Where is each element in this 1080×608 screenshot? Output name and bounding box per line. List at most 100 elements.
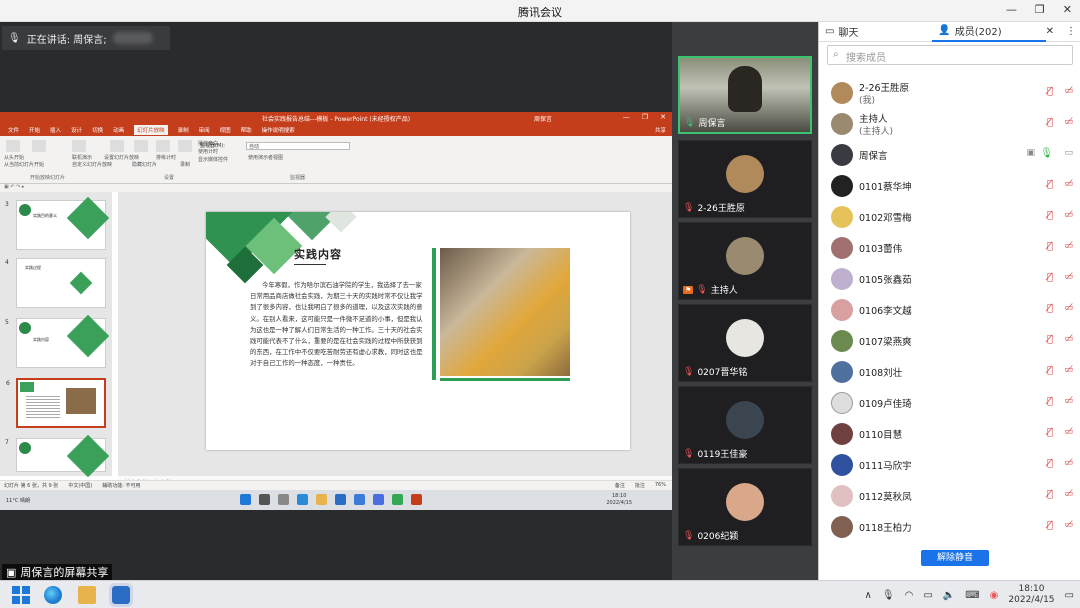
list-item[interactable]: 0107梁燕爽 🎙̸ ▭̸ bbox=[819, 324, 1080, 355]
setup-show-icon[interactable] bbox=[110, 140, 124, 152]
list-item[interactable]: 0109卢佳琦 🎙̸ ▭̸ bbox=[819, 386, 1080, 417]
btn-from-current[interactable]: 从当前幻灯片开始 bbox=[4, 161, 44, 168]
camera-off-icon[interactable]: ▭̸ bbox=[1064, 427, 1073, 437]
camera-off-icon[interactable]: ▭̸ bbox=[1064, 272, 1073, 282]
list-item[interactable]: 0106李文越 🎙̸ ▭̸ bbox=[819, 293, 1080, 324]
notes-toggle[interactable]: 备注 bbox=[615, 482, 625, 489]
camera-off-icon[interactable]: ▭̸ bbox=[1064, 179, 1073, 189]
mic-muted-icon[interactable]: 🎙̸ bbox=[1047, 210, 1053, 221]
minimize-button[interactable]: — bbox=[1006, 3, 1017, 16]
edge-icon[interactable] bbox=[44, 586, 62, 604]
zoom-level[interactable]: 76% bbox=[655, 482, 666, 489]
list-item[interactable]: 周保言 ▣ 🎙 ▭ bbox=[819, 138, 1080, 169]
online-present-icon[interactable] bbox=[72, 140, 86, 152]
mic-muted-icon[interactable]: 🎙̸ bbox=[1047, 365, 1053, 376]
camera-off-icon[interactable]: ▭̸ bbox=[1064, 365, 1073, 375]
camera-off-icon[interactable]: ▭̸ bbox=[1064, 210, 1073, 220]
mic-muted-icon[interactable]: 🎙̸ bbox=[1047, 489, 1053, 500]
ppt-tab-review[interactable]: 审阅 bbox=[199, 126, 210, 134]
more-icon[interactable]: ⋮ bbox=[1066, 26, 1076, 37]
mic-muted-icon[interactable]: 🎙̸ bbox=[1047, 117, 1053, 128]
member-search-input[interactable]: ⌕ 搜索成员 bbox=[827, 45, 1073, 65]
accessibility-status[interactable]: 辅助功能: 不可用 bbox=[102, 482, 140, 489]
tab-members[interactable]: 👤 成员(202) bbox=[932, 22, 1046, 42]
hide-slide-icon[interactable] bbox=[134, 140, 148, 152]
camera-off-icon[interactable]: ▭̸ bbox=[1064, 334, 1073, 344]
list-item[interactable]: 0112莫秋凤 🎙̸ ▭̸ bbox=[819, 479, 1080, 510]
ppt-restore-icon[interactable]: ❐ bbox=[642, 113, 648, 121]
ppt-share-button[interactable]: 共享 bbox=[655, 126, 672, 134]
tencent-meeting-icon[interactable] bbox=[109, 583, 133, 607]
app-tray-icon[interactable]: ◉ bbox=[990, 590, 999, 601]
camera-off-icon[interactable]: ▭̸ bbox=[1064, 396, 1073, 406]
close-button[interactable]: ✕ bbox=[1063, 3, 1072, 16]
ppt-tab-transitions[interactable]: 切换 bbox=[92, 126, 103, 134]
ppt-tell-me[interactable]: 操作说明搜索 bbox=[262, 126, 295, 134]
video-tile[interactable]: 🎙 0206纪颖 bbox=[678, 468, 812, 546]
btn-setup-show[interactable]: 设置幻灯片放映 bbox=[104, 154, 139, 161]
file-explorer-icon[interactable] bbox=[78, 586, 96, 604]
btn-hide-slide[interactable]: 隐藏幻灯片 bbox=[132, 161, 157, 168]
list-item[interactable]: 0103蕾伟 🎙̸ ▭̸ bbox=[819, 231, 1080, 262]
mic-muted-icon[interactable]: 🎙̸ bbox=[1047, 427, 1053, 438]
video-tile[interactable]: 🎙 0207晋华铭 bbox=[678, 304, 812, 382]
record-icon[interactable] bbox=[178, 140, 192, 152]
start-icon[interactable] bbox=[12, 586, 30, 604]
list-item[interactable]: 0118王柏力 🎙̸ ▭̸ bbox=[819, 510, 1080, 541]
restore-button[interactable]: ❐ bbox=[1035, 3, 1045, 16]
camera-off-icon[interactable]: ▭̸ bbox=[1064, 117, 1073, 127]
mic-muted-icon[interactable]: 🎙̸ bbox=[1047, 303, 1053, 314]
notification-icon[interactable]: ▭ bbox=[1065, 590, 1074, 601]
monitor-select[interactable]: 自动 bbox=[246, 142, 350, 150]
list-item[interactable]: 0105张鑫茹 🎙̸ ▭̸ bbox=[819, 262, 1080, 293]
thumb-slide-4[interactable]: 4 实践过程 bbox=[5, 258, 106, 308]
mic-muted-icon[interactable]: 🎙̸ bbox=[1047, 458, 1053, 469]
chk-timings[interactable]: 使用计时 bbox=[198, 148, 218, 155]
video-tile[interactable]: 🎙 周保言 bbox=[678, 56, 812, 134]
ppt-tab-record[interactable]: 录制 bbox=[178, 126, 189, 134]
btn-custom-show[interactable]: 自定义幻灯片放映 bbox=[72, 161, 112, 168]
chevron-up-icon[interactable]: ∧ bbox=[865, 590, 872, 601]
list-item[interactable]: 0110目慧 🎙̸ ▭̸ bbox=[819, 417, 1080, 448]
mic-muted-icon[interactable]: 🎙̸ bbox=[1047, 520, 1053, 531]
list-item[interactable]: 0111马欣宇 🎙̸ ▭̸ bbox=[819, 448, 1080, 479]
mic-muted-icon[interactable]: 🎙̸ bbox=[1047, 86, 1053, 97]
list-item[interactable]: 2-26王胜原 (我) 🎙̸ ▭̸ bbox=[819, 76, 1080, 107]
mic-on-icon[interactable]: 🎙 bbox=[1040, 148, 1053, 159]
camera-off-icon[interactable]: ▭̸ bbox=[1064, 303, 1073, 313]
camera-off-icon[interactable]: ▭̸ bbox=[1064, 520, 1073, 530]
from-beginning-icon[interactable] bbox=[6, 140, 20, 152]
ppt-tab-insert[interactable]: 插入 bbox=[50, 126, 61, 134]
btn-from-beginning[interactable]: 从头开始 bbox=[4, 154, 24, 161]
ppt-tab-help[interactable]: 帮助 bbox=[241, 126, 252, 134]
camera-off-icon[interactable]: ▭̸ bbox=[1064, 489, 1073, 499]
btn-online-present[interactable]: 联机演示 bbox=[72, 154, 92, 161]
camera-off-icon[interactable]: ▭̸ bbox=[1064, 458, 1073, 468]
microphone-icon[interactable]: 🎙 bbox=[882, 590, 895, 601]
close-panel-icon[interactable]: ✕ bbox=[1046, 26, 1054, 37]
ppt-tab-animations[interactable]: 动画 bbox=[113, 126, 124, 134]
ppt-tab-design[interactable]: 设计 bbox=[71, 126, 82, 134]
ppt-tab-file[interactable]: 文件 bbox=[8, 126, 19, 134]
camera-on-icon[interactable]: ▭ bbox=[1064, 148, 1073, 158]
list-item[interactable]: 0108刘壮 🎙̸ ▭̸ bbox=[819, 355, 1080, 386]
battery-icon[interactable]: ▭ bbox=[923, 590, 932, 601]
ppt-minimize-icon[interactable]: — bbox=[623, 113, 630, 121]
ppt-close-icon[interactable]: ✕ bbox=[660, 113, 666, 121]
from-current-icon[interactable] bbox=[32, 140, 46, 152]
thumb-slide-6[interactable]: 6 bbox=[6, 378, 106, 428]
list-item[interactable]: 主持人 (主持人) 🎙̸ ▭̸ bbox=[819, 107, 1080, 138]
thumb-slide-5[interactable]: 5 实践内容 bbox=[5, 314, 110, 368]
thumb-slide-3[interactable]: 3 实践目的意义 bbox=[5, 196, 110, 250]
video-tile[interactable]: ⚑ 🎙 主持人 bbox=[678, 222, 812, 300]
rehearse-icon[interactable] bbox=[156, 140, 170, 152]
mic-muted-icon[interactable]: 🎙̸ bbox=[1047, 396, 1053, 407]
mic-muted-icon[interactable]: 🎙̸ bbox=[1047, 241, 1053, 252]
btn-rehearse[interactable]: 排练计时 bbox=[156, 154, 176, 161]
camera-off-icon[interactable]: ▭̸ bbox=[1064, 241, 1073, 251]
unmute-all-button[interactable]: 解除静音 bbox=[921, 550, 989, 566]
video-tile[interactable]: 🎙 0119王佳豪 bbox=[678, 386, 812, 464]
mic-muted-icon[interactable]: 🎙̸ bbox=[1047, 334, 1053, 345]
video-tile[interactable]: 🎙 2-26王胜原 bbox=[678, 140, 812, 218]
chk-media-controls[interactable]: 显示媒体控件 bbox=[198, 156, 228, 163]
